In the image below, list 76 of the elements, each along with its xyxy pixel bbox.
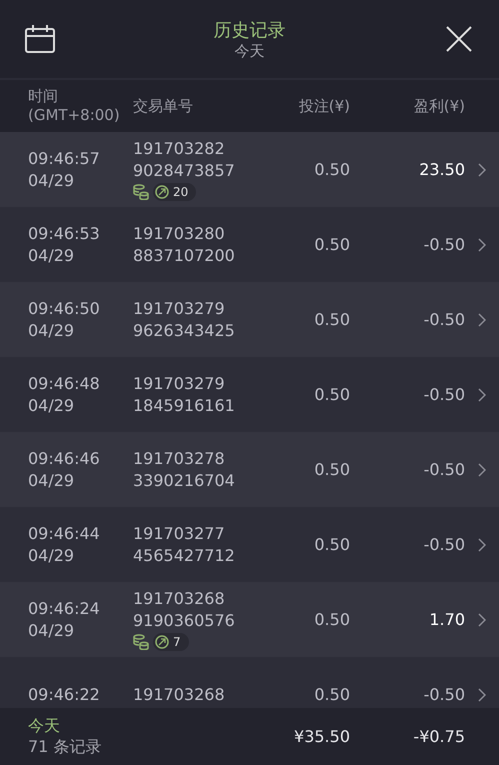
period-label: 今天	[28, 716, 61, 736]
stake-cell-text: 0.50	[313, 608, 350, 630]
time-cell-text: 09:46:50	[28, 298, 101, 320]
date-cell-text: 04/29	[28, 394, 76, 416]
time-cell-text: 09:46:22	[28, 684, 101, 706]
time-cell-text: 09:46:53	[28, 222, 101, 244]
order-number: 191703279	[133, 298, 226, 320]
order-number: 191703277	[133, 522, 226, 544]
time-cell-text: 09:46:24	[28, 598, 101, 620]
order-number: 191703280	[133, 222, 226, 244]
order-number: 191703268	[133, 684, 226, 706]
chevron-icon[interactable]	[478, 688, 486, 702]
stake-cell-text: 0.50	[313, 458, 350, 480]
time-cell-text: 09:46:57	[28, 148, 101, 170]
stake-cell-text: 0.50	[313, 308, 350, 330]
stake-cell-text: 0.50	[313, 684, 350, 706]
coins-icon	[133, 184, 149, 200]
total-stake: ¥35.50	[293, 727, 350, 746]
profit-cell-text: -0.50	[422, 385, 465, 404]
profit-cell-text: -0.50	[422, 460, 465, 479]
column-header: 时间 (GMT+8:00)	[28, 87, 121, 125]
free-spin-badge: 20	[153, 183, 196, 201]
record-row[interactable]: 09:46:57 04/29 191703282 9028473857 20 0.50 23.50	[0, 132, 499, 207]
column-header: 投注(¥)	[298, 96, 350, 116]
spin-icon	[155, 185, 169, 199]
date-cell-text: 04/29	[28, 170, 76, 192]
coins-icon	[133, 634, 149, 650]
record-row[interactable]: 09:46:46 04/29 191703278 3390216704 0.50 -0.50	[0, 432, 499, 507]
total-profit: -¥0.75	[412, 727, 465, 746]
order-number: 4565427712	[133, 544, 236, 566]
order-number: 8837107200	[133, 244, 236, 266]
profit-cell-text: 23.50	[418, 160, 465, 179]
order-number: 191703282	[133, 138, 226, 160]
window-subtitle: 今天	[234, 42, 264, 60]
profit-cell-text: -0.50	[422, 235, 465, 254]
stake-cell-text: 0.50	[313, 158, 350, 180]
time-cell-text: 09:46:48	[28, 372, 101, 394]
chevron-icon[interactable]	[478, 538, 486, 552]
record-row[interactable]: 09:46:50 04/29 191703279 9626343425 0.50 -0.50	[0, 282, 499, 357]
profit-cell-text: 1.70	[428, 610, 465, 629]
date-cell-text: 04/29	[28, 470, 76, 492]
window-title: 历史记录	[214, 18, 286, 42]
stake-cell-text: 0.50	[313, 234, 350, 256]
date-cell-text: 04/29	[28, 544, 76, 566]
chevron-icon[interactable]	[478, 388, 486, 402]
order-number: 9028473857	[133, 160, 236, 182]
record-count: 71 条记录	[28, 736, 102, 758]
order-number: 191703268	[133, 588, 226, 610]
calendar-icon[interactable]	[24, 24, 56, 54]
order-number: 191703278	[133, 448, 226, 470]
record-row[interactable]: 09:46:24 04/29 191703268 9190360576 7 0.50 1.70	[0, 582, 499, 657]
profit-cell-text: -0.50	[422, 310, 465, 329]
column-header: 交易单号	[133, 96, 194, 116]
spin-icon	[155, 635, 169, 649]
order-number: 1845916161	[133, 394, 236, 416]
chevron-icon[interactable]	[478, 162, 486, 176]
order-number: 9626343425	[133, 320, 236, 342]
date-cell-text: 04/29	[28, 244, 76, 266]
order-number: 3390216704	[133, 470, 236, 492]
time-cell-text: 09:46:46	[28, 448, 101, 470]
chevron-icon[interactable]	[478, 312, 486, 326]
chevron-icon[interactable]	[478, 612, 486, 626]
column-header: 盈利(¥)	[412, 96, 465, 116]
stake-cell-text: 0.50	[313, 384, 350, 406]
time-cell-text: 09:46:44	[28, 522, 101, 544]
profit-cell-text: -0.50	[422, 535, 465, 554]
chevron-icon[interactable]	[478, 462, 486, 476]
date-cell-text: 04/29	[28, 620, 76, 642]
free-spin-badge: 7	[153, 633, 189, 651]
stake-cell-text: 0.50	[313, 534, 350, 556]
chevron-icon[interactable]	[478, 238, 486, 252]
order-number: 9190360576	[133, 610, 236, 632]
date-cell-text: 04/29	[28, 320, 76, 342]
close-icon[interactable]	[445, 25, 473, 53]
profit-cell-text: -0.50	[422, 685, 465, 704]
order-number: 191703279	[133, 372, 226, 394]
